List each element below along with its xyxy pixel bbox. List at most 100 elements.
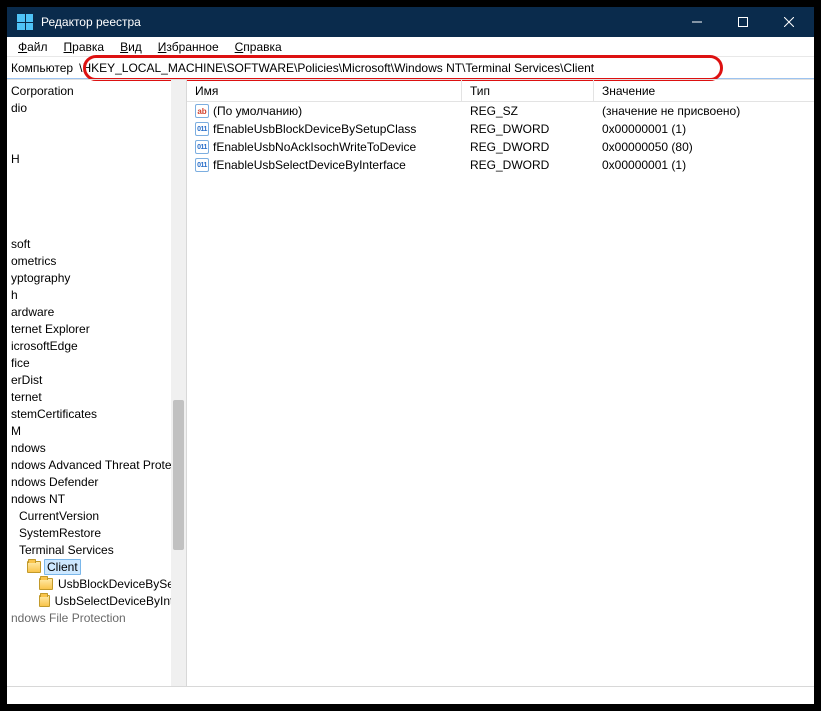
tree-node[interactable]: UsbSelectDeviceByInter [7,592,186,609]
tree-node-label: Corporation [9,84,76,98]
tree-node-label: UsbSelectDeviceByInter [53,594,186,608]
close-button[interactable] [766,7,812,37]
tree-node-label: soft [9,237,32,251]
tree-node[interactable]: UsbBlockDeviceBySetu [7,575,186,592]
value-row[interactable]: 011 fEnableUsbNoAckIsochWriteToDevice REG_… [187,138,814,156]
tree-node-selected[interactable]: Client [7,558,186,575]
tree-node-label: SystemRestore [17,526,103,540]
tree-node-label: ndows Defender [9,475,100,489]
tree-node[interactable]: M [7,422,186,439]
value-data: 0x00000050 (80) [594,140,814,154]
tree-node[interactable]: soft [7,235,186,252]
list-body[interactable]: ab(По умолчанию)REG_SZ(значение не присв… [187,102,814,686]
binary-icon: 011 [195,158,209,172]
tree-node-label: H [9,152,22,166]
list-header[interactable]: Имя Тип Значение [187,80,814,102]
menu-view[interactable]: Вид [113,39,149,55]
tree-node[interactable]: ardware [7,303,186,320]
tree-node[interactable]: dio [7,99,186,116]
tree-node-label: ardware [9,305,56,319]
tree-node-label [9,203,16,217]
tree-node-label: stemCertificates [9,407,99,421]
tree-node-label [9,118,16,132]
tree-panel[interactable]: Corporation dio H soft ometrics yptography h… [7,80,187,686]
tree-node[interactable] [7,116,186,133]
tree-node[interactable] [7,133,186,150]
menu-edit[interactable]: Правка [57,39,112,55]
value-type: REG_DWORD [462,140,594,154]
status-bar [7,686,814,704]
tree-node[interactable]: H [7,150,186,167]
value-name: fEnableUsbBlockDeviceBySetupClass [213,122,416,136]
tree-node[interactable]: ndows File Protection [7,609,186,626]
value-row[interactable]: 011fEnableUsbBlockDeviceBySetupClassREG_… [187,120,814,138]
binary-icon: 011 [195,122,209,136]
main-panel: Corporation dio H soft ometrics yptography h… [7,79,814,686]
tree-node[interactable]: ndows [7,439,186,456]
value-data: 0x00000001 (1) [594,158,814,172]
binary-icon: 011 [195,140,209,154]
tree-node-label: yptography [9,271,72,285]
tree-node[interactable] [7,218,186,235]
tree-node-label: fice [9,356,32,370]
tree-node[interactable] [7,167,186,184]
tree-node-label: M [9,424,23,438]
tree-node[interactable]: yptography [7,269,186,286]
tree-node[interactable]: Terminal Services [7,541,186,558]
tree-node[interactable]: SystemRestore [7,524,186,541]
column-value[interactable]: Значение [594,80,814,101]
tree-node[interactable]: ndows Advanced Threat Prote [7,456,186,473]
value-row[interactable]: 011 fEnableUsbSelectDeviceByInterface REG_… [187,156,814,174]
tree-node-label: ternet Explorer [9,322,92,336]
value-row[interactable]: ab(По умолчанию)REG_SZ(значение не присв… [187,102,814,120]
tree-node[interactable]: ternet [7,388,186,405]
value-name: fEnableUsbSelectDeviceByInterface [213,158,406,172]
value-list-panel: Имя Тип Значение ab(По умолчанию)REG_SZ(… [187,80,814,686]
address-input[interactable] [77,59,810,77]
app-icon [17,14,33,30]
window-title: Редактор реестра [41,15,674,29]
tree-node-label: Client [44,559,81,575]
titlebar: Редактор реестра [7,7,814,37]
tree-node[interactable] [7,184,186,201]
minimize-button[interactable] [674,7,720,37]
menu-favorites[interactable]: Избранное [151,39,226,55]
value-type: REG_DWORD [462,158,594,172]
column-name[interactable]: Имя [187,80,462,101]
tree-node[interactable] [7,201,186,218]
tree-node-label: ndows NT [9,492,67,506]
maximize-button[interactable] [720,7,766,37]
string-icon: ab [195,104,209,118]
tree-node-label: icrosoftEdge [9,339,80,353]
folder-icon [39,595,50,607]
tree-node[interactable]: fice [7,354,186,371]
menu-help[interactable]: Справка [228,39,289,55]
tree-node-label: CurrentVersion [17,509,101,523]
tree-node-label: ndows Advanced Threat Prote [9,458,174,472]
tree-scrollbar[interactable] [171,80,186,686]
tree-node[interactable]: h [7,286,186,303]
tree-node[interactable]: Corporation [7,82,186,99]
tree-node-label [9,169,16,183]
menubar: Файл Правка Вид Избранное Справка [7,37,814,57]
address-bar: Компьютер [7,57,814,79]
tree-node[interactable]: stemCertificates [7,405,186,422]
tree-node[interactable]: ometrics [7,252,186,269]
tree-node[interactable]: CurrentVersion [7,507,186,524]
tree-node[interactable]: erDist [7,371,186,388]
tree-node[interactable]: ndows Defender [7,473,186,490]
value-name: fEnableUsbNoAckIsochWriteToDevice [213,140,416,154]
tree-node-label: ometrics [9,254,58,268]
tree-node[interactable]: icrosoftEdge [7,337,186,354]
tree-node-label: erDist [9,373,44,387]
tree-node[interactable]: ternet Explorer [7,320,186,337]
folder-icon [27,561,41,573]
tree-node-label: dio [9,101,29,115]
menu-file[interactable]: Файл [11,39,55,55]
column-type[interactable]: Тип [462,80,594,101]
tree-node-label: h [9,288,20,302]
address-label: Компьютер [11,61,73,75]
tree-node[interactable]: ndows NT [7,490,186,507]
tree-node-label: ternet [9,390,44,404]
tree-node-label: ndows File Protection [9,611,128,625]
